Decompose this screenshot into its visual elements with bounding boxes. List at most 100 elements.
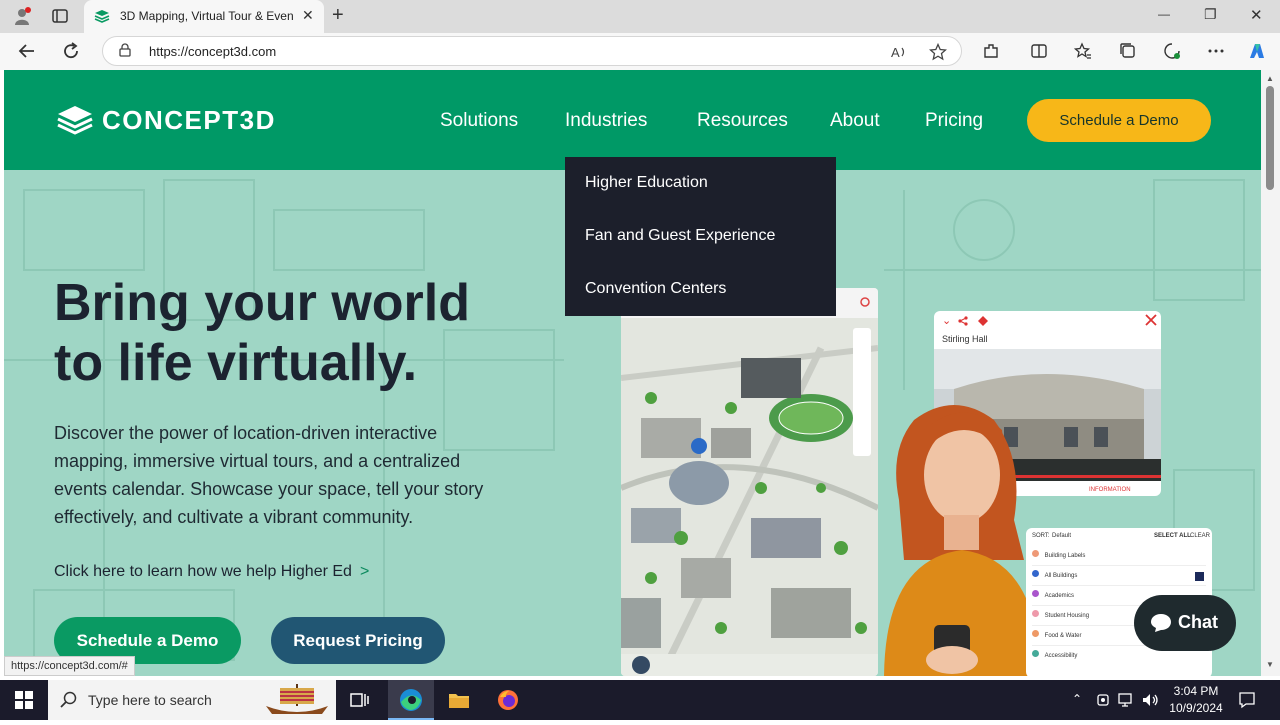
scrollbar-thumb[interactable]	[1266, 86, 1274, 190]
chat-label: Chat	[1178, 612, 1218, 632]
favorites-icon[interactable]	[1073, 42, 1092, 60]
scroll-down-icon[interactable]: ▼	[1266, 660, 1274, 669]
learn-link-label: Click here to learn how we help Higher E…	[54, 563, 352, 580]
minimize-icon[interactable]: —	[1158, 7, 1170, 21]
security-tray-icon[interactable]	[1096, 692, 1110, 713]
notifications-icon[interactable]	[1238, 691, 1256, 714]
browser-essentials-icon[interactable]	[1163, 42, 1181, 60]
chat-button[interactable]: Chat	[1134, 595, 1236, 651]
clear-link[interactable]: CLEAR	[1190, 533, 1210, 539]
concept3d-favicon-icon	[94, 9, 110, 23]
restore-icon[interactable]: ❐	[1204, 6, 1217, 23]
search-icon	[60, 691, 78, 714]
learn-higher-ed-link[interactable]: Click here to learn how we help Higher E…	[54, 563, 369, 581]
location-title: Stirling Hall	[942, 334, 988, 344]
viking-ship-icon	[262, 682, 332, 723]
task-view-icon[interactable]	[350, 691, 370, 709]
information-label[interactable]: INFORMATION	[1089, 487, 1131, 493]
status-bar-url: https://concept3d.com/#	[4, 656, 135, 676]
tab-close-icon[interactable]: ✕	[302, 7, 314, 24]
filter-item-icon	[1032, 570, 1039, 577]
campus-map-preview	[621, 288, 878, 676]
dropdown-convention-centers[interactable]: Convention Centers	[585, 280, 726, 298]
edge-taskbar-icon[interactable]	[388, 680, 434, 720]
window-close-icon[interactable]: ✕	[1250, 6, 1263, 24]
filter-item-icon	[1032, 550, 1039, 557]
address-bar[interactable]: https://concept3d.com A	[102, 36, 962, 66]
favorite-star-icon[interactable]	[928, 42, 948, 61]
request-pricing-button[interactable]: Request Pricing	[271, 617, 445, 664]
industries-dropdown: Higher Education Fan and Guest Experienc…	[565, 157, 836, 316]
chevron-right-icon: >	[359, 563, 370, 580]
dropdown-higher-education[interactable]: Higher Education	[585, 174, 708, 192]
scroll-up-icon[interactable]: ▲	[1266, 74, 1274, 83]
hero-headline: Bring your world to life virtually.	[54, 273, 574, 393]
header-schedule-demo-button[interactable]: Schedule a Demo	[1027, 99, 1211, 142]
windows-start-icon[interactable]	[15, 691, 33, 709]
browser-toolbar: https://concept3d.com A	[0, 33, 1280, 70]
tab-title: 3D Mapping, Virtual Tour & Even	[120, 9, 294, 23]
logo-wordmark[interactable]: CONCEPT3D	[102, 105, 276, 136]
nav-resources[interactable]: Resources	[697, 110, 788, 132]
headline-line-2: to life virtually.	[54, 334, 418, 392]
nav-pricing[interactable]: Pricing	[925, 110, 983, 132]
filter-item-label: Academics	[1044, 593, 1075, 599]
filter-item-icon	[1032, 590, 1039, 597]
back-icon[interactable]	[18, 42, 36, 60]
windows-taskbar: Type here to search ⌃ 3:04 PM 10/9/2024	[0, 680, 1280, 720]
hero-subtext: Discover the power of location-driven in…	[54, 423, 484, 527]
info-close-icon[interactable]	[1145, 313, 1157, 331]
tab-actions-icon[interactable]	[52, 8, 68, 24]
sort-label: SORT:	[1032, 533, 1050, 539]
chat-bubble-icon	[1150, 613, 1172, 638]
lock-icon[interactable]	[119, 43, 131, 57]
directions-icon[interactable]	[978, 313, 988, 331]
share-icon[interactable]	[958, 313, 968, 331]
network-icon[interactable]	[1118, 692, 1136, 713]
browser-tab-bar: 3D Mapping, Virtual Tour & Even ✕ + — ❐ …	[0, 0, 1280, 33]
firefox-icon[interactable]	[497, 689, 519, 711]
filter-list-item[interactable]: Building Labels	[1032, 550, 1206, 566]
profile-icon[interactable]	[12, 6, 32, 26]
active-tab[interactable]: 3D Mapping, Virtual Tour & Even ✕	[84, 0, 324, 33]
extensions-icon[interactable]	[982, 42, 1000, 60]
select-all-link[interactable]: SELECT ALL	[1154, 533, 1191, 539]
nav-solutions[interactable]: Solutions	[440, 110, 518, 132]
new-tab-icon[interactable]: +	[332, 4, 344, 27]
url-text: https://concept3d.com	[149, 44, 277, 59]
woman-with-phone-image	[874, 390, 1044, 676]
filter-item-icon	[1032, 650, 1039, 657]
filter-list-item[interactable]: All Buildings	[1032, 570, 1206, 586]
website-viewport: CONCEPT3D Solutions Industries Resources…	[4, 70, 1261, 676]
copilot-icon[interactable]	[1246, 40, 1268, 62]
taskbar-search-box[interactable]: Type here to search	[48, 680, 336, 720]
filter-list-item[interactable]: Accessibility	[1032, 650, 1206, 666]
concept3d-logo-icon[interactable]	[56, 104, 94, 136]
split-screen-icon[interactable]	[1030, 42, 1048, 60]
filter-item-icon	[1032, 630, 1039, 637]
filter-item-label: Accessibility	[1044, 653, 1078, 659]
volume-icon[interactable]	[1142, 692, 1160, 713]
system-clock[interactable]: 3:04 PM 10/9/2024	[1164, 683, 1228, 717]
filter-item-label: Building Labels	[1044, 553, 1086, 559]
search-placeholder: Type here to search	[88, 692, 212, 708]
file-explorer-icon[interactable]	[448, 690, 470, 710]
headline-line-1: Bring your world	[54, 274, 470, 332]
nav-about[interactable]: About	[830, 110, 880, 132]
refresh-icon[interactable]	[62, 42, 80, 60]
clock-time: 3:04 PM	[1173, 684, 1219, 698]
checkbox-checked-icon[interactable]	[1195, 572, 1204, 581]
sort-select[interactable]: Default	[1052, 533, 1071, 539]
nav-industries[interactable]: Industries	[565, 110, 647, 132]
more-menu-icon[interactable]	[1207, 42, 1225, 60]
collections-icon[interactable]	[1119, 42, 1137, 60]
clock-date: 10/9/2024	[1169, 701, 1223, 715]
chevron-down-icon[interactable]: ⌄	[942, 314, 951, 327]
filter-item-label: Food & Water	[1044, 633, 1082, 639]
dropdown-fan-guest-experience[interactable]: Fan and Guest Experience	[585, 227, 775, 245]
filter-item-icon	[1032, 610, 1039, 617]
read-aloud-icon[interactable]: A	[890, 43, 908, 61]
page-scrollbar[interactable]: ▲ ▼	[1261, 70, 1280, 676]
svg-text:A: A	[891, 45, 900, 60]
show-hidden-icons-icon[interactable]: ⌃	[1072, 692, 1082, 706]
